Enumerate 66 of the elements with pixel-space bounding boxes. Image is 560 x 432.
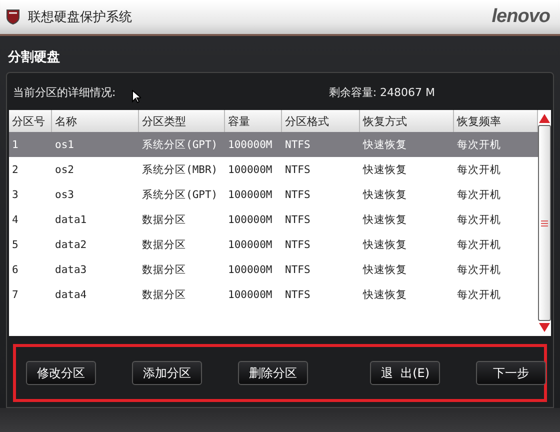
table-cell-text: NTFS xyxy=(284,212,312,228)
action-button[interactable]: 添加分区 xyxy=(132,361,202,385)
table-cell-text: data4 xyxy=(54,288,88,302)
table-cell-text: os2 xyxy=(54,162,75,178)
table-cell-text: 快速恢复 xyxy=(362,238,408,252)
table-cell-text: NTFS xyxy=(284,238,312,252)
table-cell-text: 每次开机 xyxy=(456,212,502,228)
cursor-icon xyxy=(132,90,141,102)
table-cell-text: NTFS xyxy=(284,262,312,278)
window-title: 联想硬盘保护系统 xyxy=(28,9,133,26)
table-cell-text: 100000M xyxy=(227,162,274,178)
table-cell-text: data1 xyxy=(54,212,88,228)
table-cell-text: NTFS xyxy=(284,188,312,202)
scroll-down-icon[interactable] xyxy=(539,323,550,332)
table-cell-text: 快速恢复 xyxy=(362,162,408,178)
shield-icon xyxy=(6,9,20,25)
table-cell-text: 数据分区 xyxy=(141,238,187,252)
table-cell-text: 2 xyxy=(11,162,20,178)
table-cell-text: NTFS xyxy=(284,288,312,302)
table-cell-text: 每次开机 xyxy=(456,288,502,302)
table-cell-text: 100000M xyxy=(227,212,274,228)
table-cell-text: 快速恢复 xyxy=(362,288,408,302)
table-cell-text: os3 xyxy=(54,188,75,202)
table-cell-text: 4 xyxy=(11,212,20,228)
table-cell-text: 快速恢复 xyxy=(362,212,408,228)
table-cell-text: 每次开机 xyxy=(456,138,502,152)
table-cell-text: 每次开机 xyxy=(456,162,502,178)
table-cell-text: 6 xyxy=(11,262,20,278)
action-button[interactable]: 删除分区 xyxy=(238,361,308,385)
table-row[interactable]: 1 os1 系统分区(GPT) 100000M NTFS 快速恢复 每次开机 xyxy=(9,132,538,157)
table-cell-text: 数据分区 xyxy=(141,288,187,302)
table-cell-text: 系统分区(GPT) xyxy=(141,138,219,152)
table-cell-text: 100000M xyxy=(227,262,274,278)
action-button[interactable]: 下一步 xyxy=(476,361,546,385)
table-cell-text: data3 xyxy=(54,262,88,278)
table-cell-text: 数据分区 xyxy=(141,262,187,278)
table-cell-text: 数据分区 xyxy=(141,212,187,228)
grip-icon xyxy=(541,220,548,226)
table-cell-text: 每次开机 xyxy=(456,188,502,202)
table-cell-text: 快速恢复 xyxy=(362,138,408,152)
table-cell-text: NTFS xyxy=(284,162,312,178)
table-cell-text: 每次开机 xyxy=(456,238,502,252)
action-button[interactable]: 退 出(E) xyxy=(370,361,440,385)
table-cell-text: 100000M xyxy=(227,288,274,302)
table-cell-text: NTFS xyxy=(284,138,312,152)
table-cell-text: 快速恢复 xyxy=(362,188,408,202)
table-cell-text: 系统分区(GPT) xyxy=(141,188,219,202)
logo: lenovo xyxy=(492,6,550,28)
action-button[interactable]: 修改分区 xyxy=(26,361,96,385)
table-cell-text: 系统分区(MBR) xyxy=(141,162,219,178)
table-cell-text: os1 xyxy=(54,138,75,152)
table-cell-text: 100000M xyxy=(227,188,274,202)
table-cell-text: 7 xyxy=(11,288,20,302)
scrollbar-thumb[interactable] xyxy=(538,125,551,321)
table-cell-text: 5 xyxy=(11,238,20,252)
table-cell-text: data2 xyxy=(54,238,88,252)
table-cell-text: 1 xyxy=(11,138,20,152)
details-label: 当前分区的详细情况: xyxy=(13,84,116,100)
table-cell-text: 100000M xyxy=(227,238,274,252)
table-cell-text: 每次开机 xyxy=(456,262,502,278)
free-space-text: 剩余容量: 248067 M xyxy=(328,84,435,100)
table-cell-text: 快速恢复 xyxy=(362,262,408,278)
section-title: 分割硬盘 xyxy=(8,48,60,66)
scroll-up-icon[interactable] xyxy=(539,114,550,123)
table-cell-text: 3 xyxy=(11,188,20,202)
table-cell-text: 100000M xyxy=(227,138,274,152)
